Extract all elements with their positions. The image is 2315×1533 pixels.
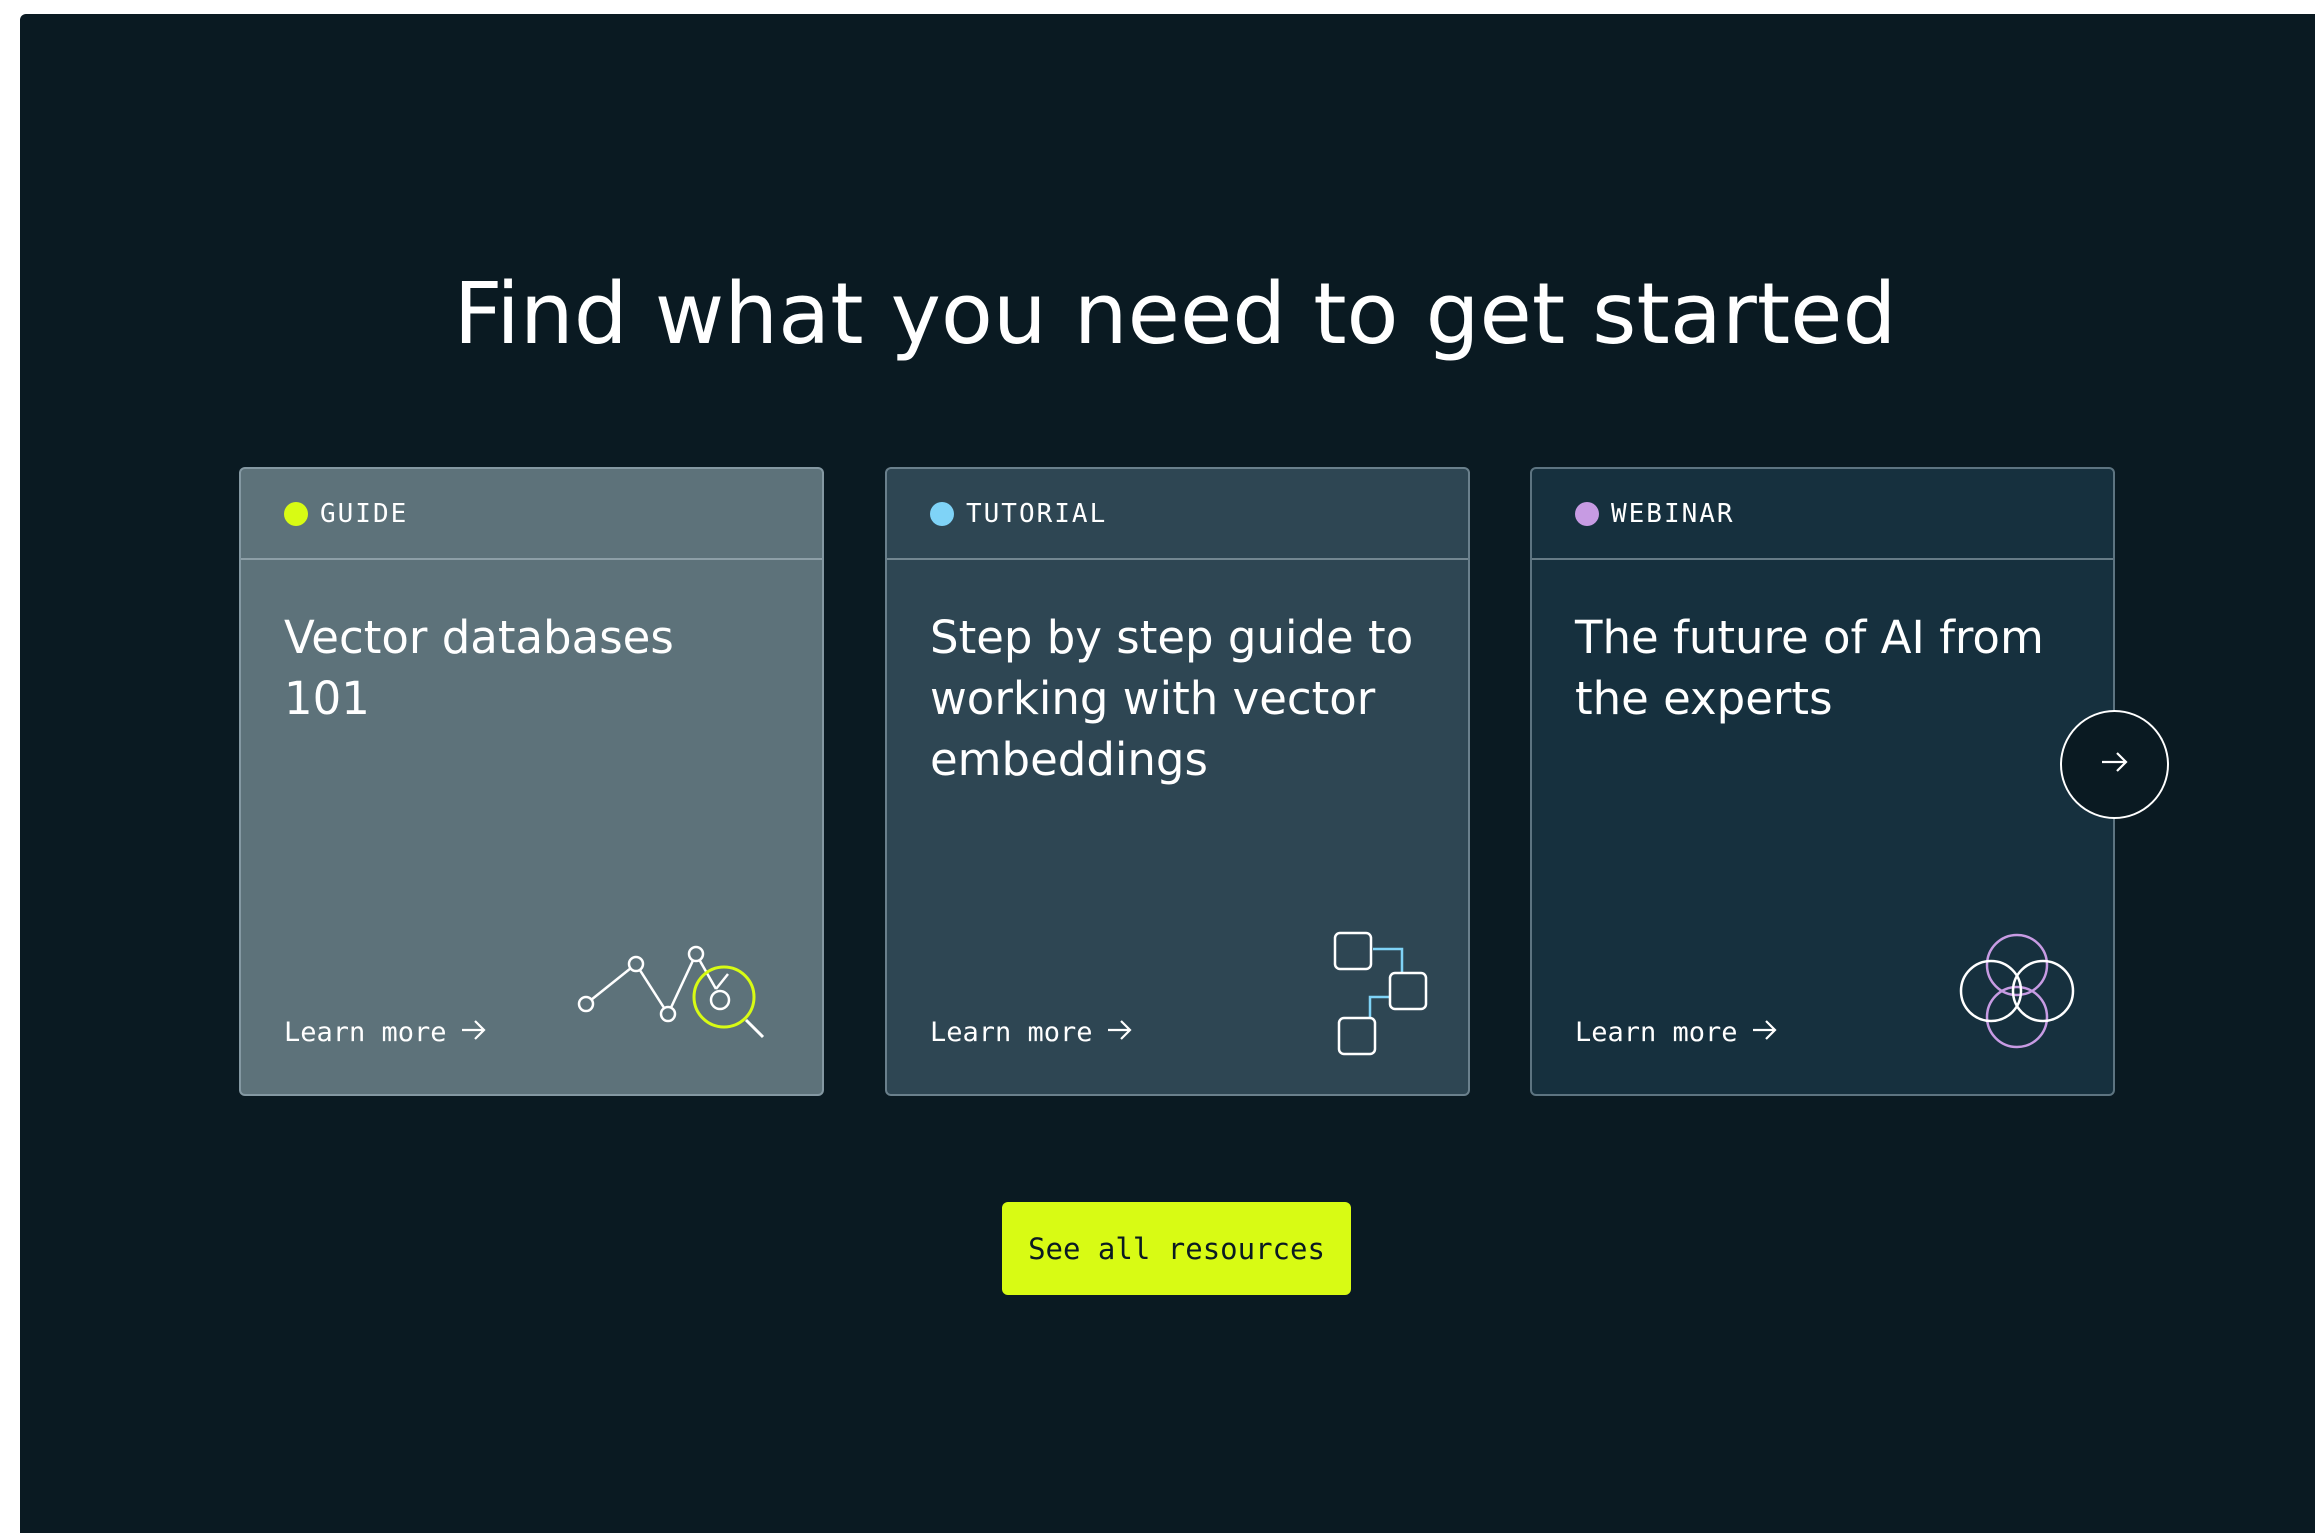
section-headline: Find what you need to get started — [453, 265, 1897, 364]
learn-more-link[interactable]: Learn more — [1575, 1017, 1778, 1048]
learn-more-link[interactable]: Learn more — [930, 1017, 1133, 1048]
tag-dot-icon — [284, 501, 308, 526]
card-tag: WEBINAR — [1611, 498, 1735, 529]
learn-more-label: Learn more — [930, 1017, 1093, 1048]
resources-section: Find what you need to get started GUIDE … — [20, 14, 2315, 1533]
card-header: TUTORIAL — [887, 469, 1468, 560]
arrow-right-icon — [1107, 1017, 1133, 1048]
arrow-right-icon — [461, 1017, 487, 1048]
resource-card-webinar[interactable]: WEBINAR The future of AI from the expert… — [1530, 467, 2115, 1096]
tag-dot-icon — [1575, 501, 1599, 526]
connected-nodes-icon — [1327, 927, 1437, 1062]
resource-card-guide[interactable]: GUIDE Vector databases 101 Learn more — [239, 467, 824, 1096]
line-chart-search-icon — [576, 934, 776, 1049]
card-title: Vector databases 101 — [284, 611, 674, 725]
resource-card-tutorial[interactable]: TUTORIAL Step by step guide to working w… — [885, 467, 1470, 1096]
carousel-next-button[interactable] — [2060, 710, 2169, 819]
card-title: The future of AI from the experts — [1575, 611, 2044, 725]
arrow-right-icon — [1752, 1017, 1778, 1048]
learn-more-label: Learn more — [284, 1017, 447, 1048]
card-title: Step by step guide to working with vecto… — [930, 611, 1414, 786]
card-header: GUIDE — [241, 469, 822, 560]
learn-more-link[interactable]: Learn more — [284, 1017, 487, 1048]
card-tag: GUIDE — [320, 498, 409, 529]
overlapping-circles-icon — [1957, 927, 2077, 1057]
see-all-resources-button[interactable]: See all resources — [1002, 1202, 1351, 1295]
tag-dot-icon — [930, 501, 954, 526]
arrow-right-icon — [2101, 751, 2129, 778]
card-header: WEBINAR — [1532, 469, 2113, 560]
learn-more-label: Learn more — [1575, 1017, 1738, 1048]
card-tag: TUTORIAL — [966, 498, 1108, 529]
